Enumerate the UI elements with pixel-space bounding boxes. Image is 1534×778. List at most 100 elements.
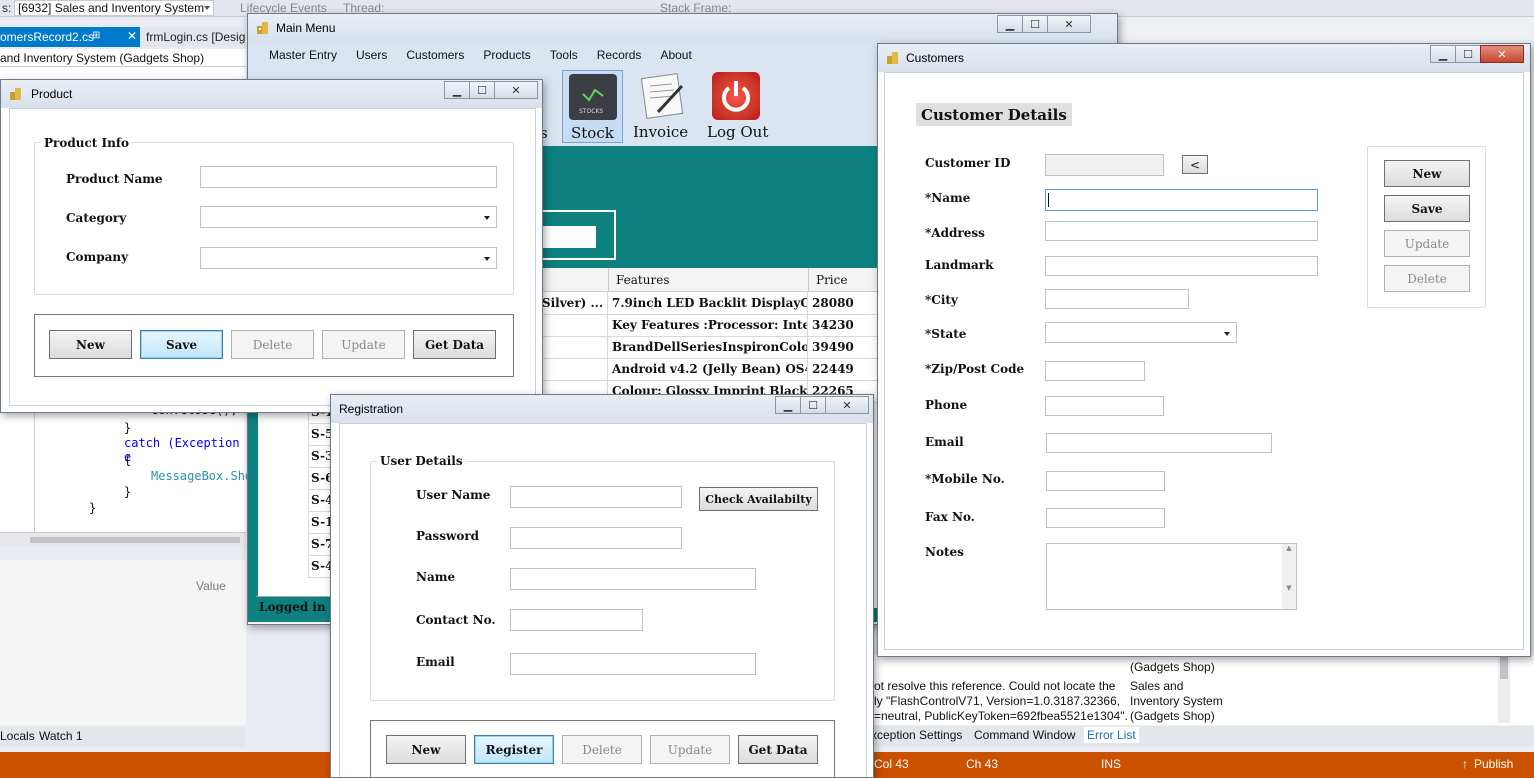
name-input[interactable] [510, 568, 756, 590]
stock-button[interactable]: STOCKS Stock [562, 70, 623, 143]
landmark-label: Landmark [925, 258, 994, 272]
get-data-button[interactable]: Get Data [413, 330, 496, 359]
editor-tab-active[interactable]: omersRecord2.cs ⊞ ✕ [0, 27, 140, 47]
customers-titlebar[interactable]: Customers ▁ ☐ ✕ [878, 44, 1530, 72]
check-availability-button[interactable]: Check Availabilty [699, 487, 818, 511]
main-menu-titlebar[interactable]: Main Menu ▁ ☐ ✕ [248, 14, 1117, 42]
save-button[interactable]: Save [140, 330, 223, 359]
h-scrollbar[interactable] [0, 532, 246, 546]
notes-textarea[interactable]: ▲ ▼ [1046, 543, 1297, 610]
stock-label: Stock [571, 124, 614, 142]
registration-titlebar[interactable]: Registration ▁ ☐ ✕ [331, 395, 873, 423]
state-select[interactable] [1045, 322, 1237, 343]
col-header-features[interactable]: Features [616, 273, 669, 287]
email-input[interactable] [1046, 433, 1272, 453]
menu-master-entry[interactable]: Master Entry [269, 48, 337, 62]
code-line: } [124, 421, 132, 435]
email-input[interactable] [510, 653, 756, 675]
notes-scrollbar[interactable]: ▲ ▼ [1282, 544, 1296, 609]
delete-button[interactable]: Delete [562, 735, 642, 764]
password-input[interactable] [510, 527, 682, 549]
new-button[interactable]: New [386, 735, 466, 764]
delete-button[interactable]: Delete [1384, 265, 1470, 292]
update-button[interactable]: Update [322, 330, 405, 359]
tab-locals[interactable]: Locals [0, 729, 35, 743]
logout-button[interactable]: Log Out [702, 70, 772, 143]
customers-client-area: Customer Details Customer ID < *Name *Ad… [884, 72, 1524, 650]
v-scrollbar[interactable] [1498, 655, 1510, 723]
process-combo[interactable]: [6932] Sales and Inventory System [14, 0, 214, 16]
menu-users[interactable]: Users [356, 48, 387, 62]
phone-input[interactable] [1045, 396, 1164, 416]
email-label: Email [416, 655, 455, 669]
city-input[interactable] [1045, 289, 1189, 309]
tab-watch[interactable]: Watch 1 [39, 729, 83, 743]
tab-command-window[interactable]: Command Window [974, 728, 1075, 742]
contact-input[interactable] [510, 609, 643, 631]
company-select[interactable] [200, 247, 497, 269]
project-dropdown[interactable]: and Inventory System (Gadgets Shop) [0, 49, 246, 67]
get-data-button[interactable]: Get Data [738, 735, 818, 764]
menu-products[interactable]: Products [483, 48, 530, 62]
publish-icon[interactable]: ↑ [1462, 757, 1468, 771]
pin-icon[interactable]: ⊞ [92, 30, 100, 41]
cell-features: Key Features :Processor: Intel Co... [607, 314, 809, 337]
tab-error-list[interactable]: Error List [1084, 727, 1139, 743]
search-input[interactable] [538, 226, 596, 248]
menu-tools[interactable]: Tools [550, 48, 578, 62]
landmark-input[interactable] [1045, 256, 1318, 276]
close-button[interactable]: ✕ [825, 396, 869, 414]
status-publish[interactable]: Publish [1474, 757, 1513, 771]
new-button[interactable]: New [49, 330, 132, 359]
menu-records[interactable]: Records [597, 48, 642, 62]
minimize-button[interactable]: ▁ [1430, 45, 1456, 63]
minimize-button[interactable]: ▁ [775, 396, 801, 414]
address-input[interactable] [1045, 221, 1318, 241]
save-button[interactable]: Save [1384, 195, 1470, 222]
close-button[interactable]: ✕ [1480, 45, 1524, 63]
update-button[interactable]: Update [1384, 230, 1470, 257]
zip-input[interactable] [1045, 361, 1145, 381]
maximize-button[interactable]: ☐ [1022, 15, 1048, 33]
minimize-button[interactable]: ▁ [997, 15, 1023, 33]
close-button[interactable]: ✕ [494, 81, 538, 99]
cell-price: 39490 [807, 336, 878, 359]
process-value: [6932] Sales and Inventory System [18, 1, 205, 15]
delete-button[interactable]: Delete [231, 330, 314, 359]
locals-panel: Value [0, 560, 246, 725]
maximize-button[interactable]: ☐ [1455, 45, 1481, 63]
new-button[interactable]: New [1384, 160, 1470, 187]
user-name-input[interactable] [510, 486, 682, 508]
error-project: (Gadgets Shop) [1130, 660, 1215, 674]
editor-tab-login[interactable]: frmLogin.cs [Desig [146, 30, 245, 44]
cell-features: BrandDellSeriesInspironColourBl... [607, 336, 809, 359]
contact-label: Contact No. [416, 613, 496, 627]
address-label: *Address [925, 226, 985, 240]
maximize-button[interactable]: ☐ [469, 81, 495, 99]
fax-input[interactable] [1046, 508, 1165, 528]
customer-id-input [1045, 154, 1164, 176]
close-button[interactable]: ✕ [1047, 15, 1091, 33]
minimize-button[interactable]: ▁ [444, 81, 470, 99]
product-name-input[interactable] [200, 166, 497, 188]
menu-customers[interactable]: Customers [406, 48, 464, 62]
close-icon[interactable]: ✕ [127, 29, 137, 43]
update-button[interactable]: Update [650, 735, 730, 764]
window-title: Customers [906, 51, 965, 65]
product-titlebar[interactable]: Product ▁ ☐ ✕ [1, 80, 542, 108]
name-input[interactable] [1045, 189, 1318, 211]
col-header-price[interactable]: Price [816, 273, 847, 287]
back-button[interactable]: < [1182, 155, 1208, 174]
app-icon [9, 87, 23, 100]
tab-exception-settings[interactable]: xception Settings [871, 728, 962, 742]
maximize-button[interactable]: ☐ [800, 396, 826, 414]
invoice-button[interactable]: Invoice [630, 70, 696, 143]
product-client-area: Product Info Product Name Category Compa… [9, 108, 536, 406]
email-label: Email [925, 435, 964, 449]
menu-about[interactable]: About [660, 48, 691, 62]
error-project: Inventory System [1130, 694, 1223, 708]
category-select[interactable] [200, 206, 497, 228]
mobile-input[interactable] [1046, 471, 1165, 491]
chevron-down-icon [204, 6, 210, 10]
register-button[interactable]: Register [474, 735, 554, 764]
